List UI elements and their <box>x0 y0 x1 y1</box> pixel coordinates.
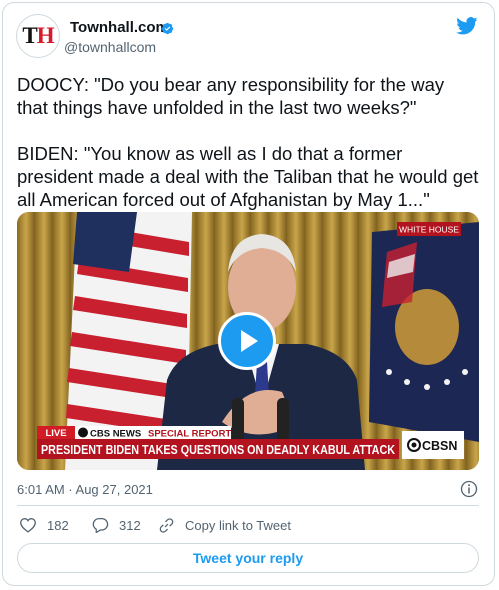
like-action[interactable]: 182 <box>19 517 69 533</box>
twitter-bird-icon[interactable] <box>456 17 478 35</box>
tweet-text: DOOCY: "Do you bear any responsibility f… <box>17 73 479 234</box>
info-icon[interactable] <box>460 480 478 498</box>
avatar[interactable]: TH <box>16 14 60 58</box>
reply-count: 312 <box>119 517 141 533</box>
tweet-your-reply-button[interactable]: Tweet your reply <box>17 543 479 573</box>
like-count: 182 <box>47 517 69 533</box>
link-icon <box>159 518 174 533</box>
presidential-flag-graphic <box>369 222 479 442</box>
author-name[interactable]: Townhall.com <box>70 19 169 36</box>
special-label: SPECIAL REPORT <box>148 429 231 440</box>
avatar-logo: TH <box>22 23 54 48</box>
verified-badge-icon <box>161 22 174 35</box>
author-handle[interactable]: @townhallcom <box>64 39 156 55</box>
live-label: LIVE <box>45 428 66 439</box>
copy-link-label: Copy link to Tweet <box>185 518 291 533</box>
corner-label: WHITE HOUSE <box>399 225 459 235</box>
copy-link-action[interactable]: Copy link to Tweet <box>158 517 291 534</box>
play-icon <box>241 330 258 352</box>
heart-icon <box>20 518 36 533</box>
network-label: CBS NEWS <box>90 429 141 440</box>
headline-text: PRESIDENT BIDEN TAKES QUESTIONS ON DEADL… <box>41 442 396 457</box>
divider <box>17 505 479 506</box>
reply-action[interactable]: 312 <box>92 517 141 533</box>
timestamp[interactable]: 6:01 AM · Aug 27, 2021 <box>17 482 153 497</box>
tweet-paragraph: DOOCY: "Do you bear any responsibility f… <box>17 74 445 118</box>
play-button[interactable] <box>218 312 276 370</box>
reply-icon <box>92 517 109 533</box>
tweet-paragraph: BIDEN: "You know as well as I do that a … <box>17 143 479 210</box>
channel-logo: CBSN <box>422 439 457 453</box>
